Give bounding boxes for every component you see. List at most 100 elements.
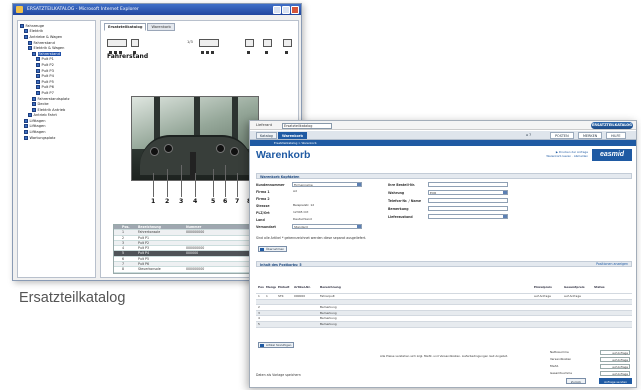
parts-header-cell: Pos. — [122, 225, 130, 229]
callout-number[interactable]: 4 — [193, 198, 197, 205]
nav-hilfe[interactable]: HILFE — [606, 132, 626, 139]
print-icon[interactable] — [131, 39, 139, 54]
shipping-note: Sind alle Artikel * gekennzeichnet werde… — [256, 236, 367, 240]
minimize-button[interactable] — [273, 5, 281, 14]
field-input[interactable] — [428, 206, 508, 211]
folder-icon — [36, 85, 40, 90]
catalog-toolbar: 1/3 — [107, 39, 295, 54]
parts-cell: 4 — [122, 246, 125, 251]
parts-cell: Pult P3 — [138, 246, 149, 251]
field-input[interactable]: EUR — [428, 190, 508, 195]
cart-cell — [264, 305, 276, 310]
field-label: Kundennummer — [256, 183, 285, 187]
tree-item-label: Fahrerstand — [37, 51, 61, 56]
callout-leader — [181, 165, 182, 197]
tab-ersatzteilkatalog[interactable]: Ersatzteilkatalog — [104, 23, 147, 31]
page-arrows-button[interactable] — [199, 39, 219, 54]
field-input[interactable] — [428, 182, 508, 187]
tab-warenkorb[interactable]: Warenkorb — [147, 23, 175, 31]
tree-item-label: Antriebe & Wagen — [29, 34, 63, 39]
parts-cell: 2 — [122, 235, 125, 240]
field-input[interactable]: 12345 Ort — [292, 210, 362, 215]
callout-number[interactable]: 5 — [211, 198, 215, 205]
cart-cell — [382, 311, 532, 316]
callout-number[interactable]: 7 — [235, 198, 239, 205]
brand-badge: ERSATZTEILKATALOG — [591, 122, 633, 129]
back-button[interactable]: Zurück — [565, 378, 586, 384]
nav-arrows-button[interactable] — [107, 39, 127, 54]
cart-cell — [292, 305, 318, 310]
tree-item[interactable]: Wartungsplatz — [20, 135, 93, 141]
parts-cell: 000000 — [186, 251, 199, 256]
cart-header-cell: Status — [594, 285, 605, 289]
field-input[interactable] — [292, 196, 362, 201]
folder-icon — [24, 135, 28, 140]
apply-button[interactable]: Übernehmen — [258, 246, 288, 252]
callout-number[interactable]: 3 — [179, 198, 183, 205]
page-counter: 1/3 — [187, 40, 193, 44]
cart-cell — [318, 300, 382, 305]
cart-table: Pos.MengeEinheit Artikel-Nr. Bezeichnung Ei… — [256, 285, 632, 328]
parts-cell — [184, 257, 240, 261]
field-input[interactable]: Standard — [292, 224, 362, 229]
table-row[interactable]: 5 Bemerkung — [256, 321, 632, 328]
maximize-button[interactable] — [282, 5, 290, 14]
field-input[interactable]: Ad — [292, 189, 362, 194]
field-input[interactable]: Firmenname — [292, 182, 362, 187]
field-input[interactable]: Deutschland — [292, 217, 362, 222]
field-input[interactable] — [428, 198, 508, 203]
tree-item-label: Lifttagen — [29, 118, 46, 123]
folder-icon — [32, 102, 36, 107]
callout-number[interactable]: 2 — [165, 198, 169, 205]
cart-cell: 2 — [258, 305, 260, 310]
nav-posten[interactable]: POSTEN — [550, 132, 574, 139]
cart-cell — [592, 311, 612, 316]
folder-icon — [32, 96, 36, 101]
send-request-button[interactable]: Anfrage senden — [599, 378, 632, 384]
catalog-caption: Ersatzteilkatalog — [19, 290, 126, 306]
total-value: auf Anfrage — [600, 350, 630, 355]
cart-cell — [532, 322, 562, 327]
tree-item-label: Elektrik & Wagen — [33, 46, 65, 51]
callout-number[interactable]: 6 — [223, 198, 227, 205]
cart-cell — [276, 300, 292, 305]
home-help-icons[interactable]: ⌂ ? — [522, 132, 535, 139]
positions-link[interactable]: Positionen anzeigen — [596, 262, 628, 266]
supplier-select[interactable]: Ersatzteilkatalog — [282, 122, 332, 129]
field-input[interactable] — [428, 214, 508, 219]
folder-icon — [28, 40, 32, 45]
cart-cell: 1 — [266, 294, 268, 298]
price-note: Alle Preise verstehen sich zzgl. MwSt. u… — [380, 354, 509, 358]
cart-cell — [562, 305, 592, 310]
cart-cell — [562, 322, 592, 327]
nav-merken[interactable]: MERKEN — [578, 132, 603, 139]
callout-number[interactable]: 1 — [151, 198, 155, 205]
close-button[interactable] — [291, 5, 299, 14]
add-article-button[interactable]: Artikel hinzufügen — [258, 342, 295, 348]
tree-item-label: Decke — [37, 102, 49, 107]
cart-header-cell: Einheit — [278, 285, 290, 289]
cart-cell — [532, 300, 562, 305]
clear-cart-link[interactable]: Warenkorb leeren · Abmelden — [546, 154, 588, 158]
help-icon[interactable] — [283, 39, 292, 54]
catalog-window-title: ERSATZTEILKATALOG - Microsoft Internet E… — [27, 7, 139, 12]
cart-cell — [264, 316, 276, 321]
cart-header-cell: Pos. — [258, 285, 264, 289]
parts-cell: Pult P6 — [138, 262, 149, 267]
cart-header-cell: Bezeichnung — [320, 285, 341, 289]
tab-katalog[interactable]: Katalog — [256, 132, 277, 139]
folder-icon — [24, 130, 28, 135]
tab-warenkorb-active[interactable]: Warenkorb — [278, 132, 307, 139]
tree-item-label: Fahrerstand — [33, 40, 55, 45]
tree-item-label: Wartungsplatz — [29, 135, 56, 140]
cart-cell — [264, 300, 276, 305]
field-input[interactable]: Beispielstr. 12 — [292, 203, 362, 208]
cart-cell — [532, 305, 562, 310]
parts-header-cell: Nummer — [186, 225, 202, 229]
list-icon[interactable] — [263, 39, 272, 54]
folder-icon — [36, 74, 40, 79]
tree-item-label: Pult P5 — [41, 79, 54, 84]
cart-cell: STK — [278, 294, 284, 298]
grid-icon[interactable] — [245, 39, 254, 54]
parts-cell: 1 — [122, 230, 125, 235]
